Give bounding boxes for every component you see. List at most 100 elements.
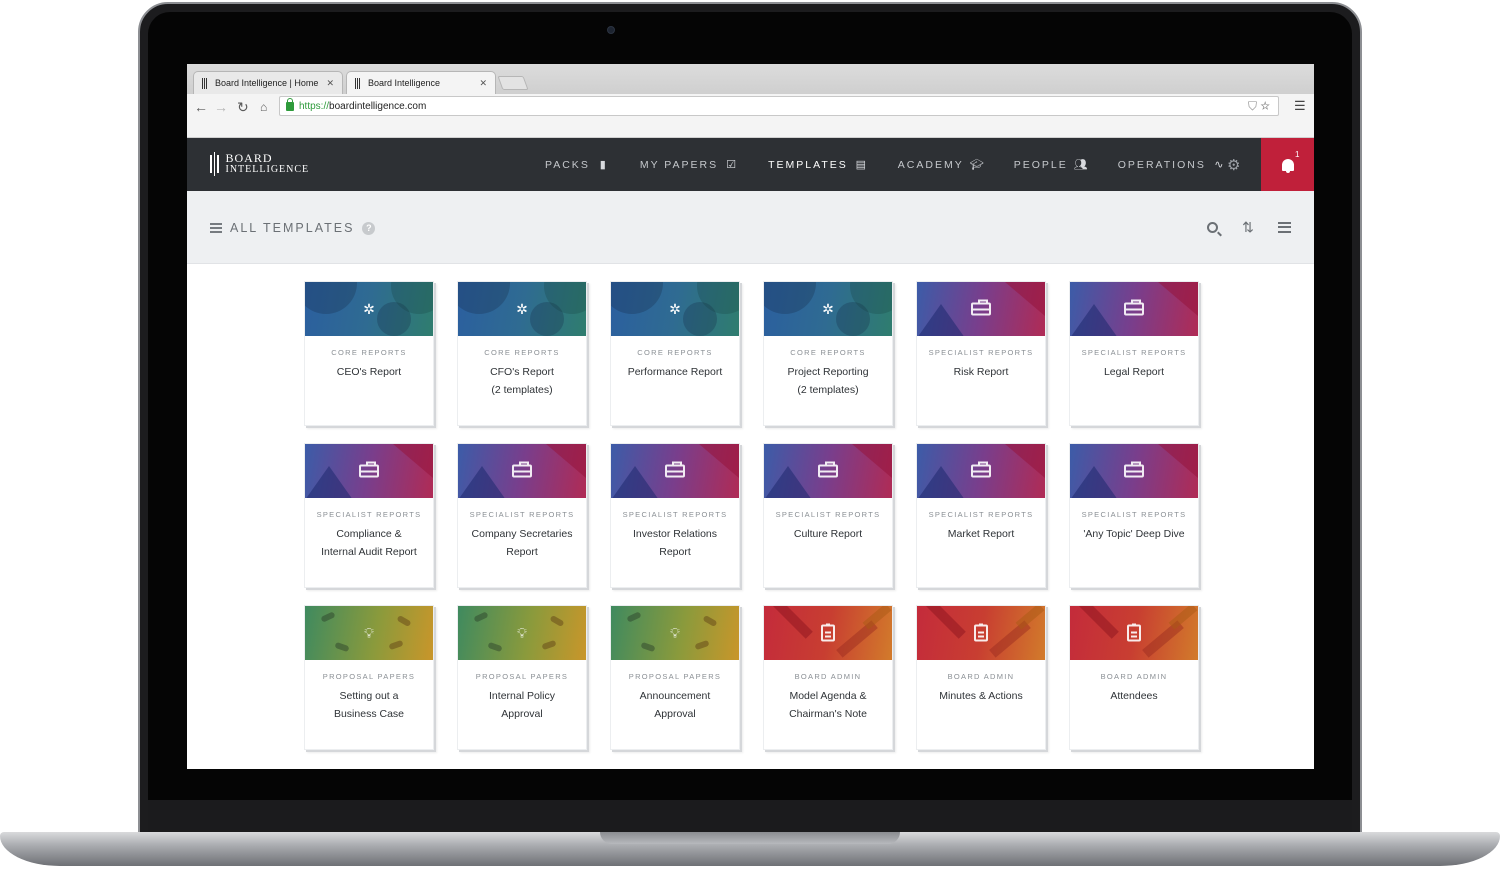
template-title-line: Attendees [1110,690,1158,702]
template-category: CORE REPORTS [484,348,560,357]
template-title-line: Report [659,546,691,558]
template-title-line: Internal Policy [489,690,555,702]
template-card[interactable]: BOARD ADMIN Minutes & Actions [916,605,1046,750]
home-icon[interactable]: ⌂ [260,100,267,114]
template-card[interactable]: SPECIALIST REPORTS 'Any Topic' Deep Dive [1069,443,1199,588]
nav-people[interactable]: PEOPLE 👥︎ [1014,159,1090,172]
template-banner: 💡︎ [305,606,433,660]
template-card[interactable]: BOARD ADMIN Attendees [1069,605,1199,750]
template-card[interactable]: 💡︎ PROPOSAL PAPERS Internal Policy Approval [457,605,587,750]
template-title-line: Risk Report [953,366,1009,378]
template-category: BOARD ADMIN [1100,672,1168,681]
template-category: SPECIALIST REPORTS [928,348,1034,357]
network-icon: ✲ [363,301,375,317]
template-card[interactable]: ✲ CORE REPORTS CEO's Report [304,281,434,426]
nav-academy[interactable]: ACADEMY 🎓︎ [898,159,984,172]
clipboard-icon [1127,623,1141,642]
people-icon: 👥︎ [1073,159,1090,171]
main-nav: PACKS ▮ MY PAPERS ☑ TEMPLATES ▤ ACADEMY … [545,138,1226,191]
template-card[interactable]: SPECIALIST REPORTS Company Secretaries Rep… [457,443,587,588]
template-title: Company Secretaries Report [458,525,586,561]
template-card[interactable]: BOARD ADMIN Model Agenda & Chairman's Note [763,605,893,750]
laptop-notch [600,832,900,844]
browser-tab-active[interactable]: Board Intelligence ✕ [346,71,496,94]
template-card[interactable]: ✲ CORE REPORTS Performance Report [610,281,740,426]
template-card[interactable]: SPECIALIST REPORTS Legal Report [1069,281,1199,426]
close-icon[interactable]: ✕ [326,78,334,89]
template-title-line: Report [506,546,538,558]
brand-text: BOARD INTELLIGENCE [225,151,310,175]
template-banner [458,444,586,498]
nav-templates[interactable]: TEMPLATES ▤ [768,159,868,172]
tab-label: Board Intelligence | Home [215,78,319,88]
template-title: 'Any Topic' Deep Dive [1070,525,1198,543]
browser-menu-icon[interactable]: ☰ [1294,98,1306,114]
template-banner: ✲ [458,282,586,336]
brand-line2: INTELLIGENCE [225,164,310,175]
template-category: SPECIALIST REPORTS [469,510,575,519]
brand-line1: BOARD [225,151,273,165]
nav-label: OPERATIONS [1117,158,1206,171]
hamburger-icon[interactable] [210,223,222,233]
template-banner [1070,444,1198,498]
search-button[interactable] [1204,219,1220,235]
template-icon: ▤ [855,159,868,171]
template-card[interactable]: SPECIALIST REPORTS Investor Relations Repo… [610,443,740,588]
new-tab-button[interactable] [497,76,529,90]
template-card[interactable]: 💡︎ PROPOSAL PAPERS Setting out a Business C… [304,605,434,750]
browser-tab-home[interactable]: Board Intelligence | Home ✕ [193,71,343,94]
url-host: boardintelligence.com [329,100,427,112]
template-card[interactable]: SPECIALIST REPORTS Risk Report [916,281,1046,426]
template-banner [1070,606,1198,660]
forward-arrow-icon[interactable]: → [214,99,228,115]
template-title-line: Internal Audit Report [321,546,417,558]
template-card[interactable]: 💡︎ PROPOSAL PAPERS Announcement Approval [610,605,740,750]
template-banner: 💡︎ [458,606,586,660]
back-arrow-icon[interactable]: ← [194,99,208,115]
template-title: Investor Relations Report [611,525,739,561]
url-bar[interactable]: https:// boardintelligence.com ⛉ ☆ [279,96,1279,116]
template-banner: ✲ [305,282,433,336]
template-banner [611,444,739,498]
briefcase-icon [818,461,838,478]
template-card[interactable]: SPECIALIST REPORTS Compliance & Internal A… [304,443,434,588]
network-icon: ✲ [822,301,834,317]
template-card[interactable]: SPECIALIST REPORTS Market Report [916,443,1046,588]
help-icon[interactable]: ? [362,221,376,235]
template-category: PROPOSAL PAPERS [322,672,416,681]
nav-operations[interactable]: OPERATIONS ∿ [1117,158,1226,172]
url-bar-icons: ⛉ ☆ [1248,99,1270,114]
gear-icon[interactable]: ⚙ [1227,156,1240,174]
template-category: SPECIALIST REPORTS [928,510,1034,519]
nav-my-papers[interactable]: MY PAPERS ☑ [640,159,738,172]
board-intelligence-favicon-icon [202,77,210,89]
template-card[interactable]: SPECIALIST REPORTS Culture Report [763,443,893,588]
template-banner: ✲ [611,282,739,336]
template-category: SPECIALIST REPORTS [1081,510,1187,519]
network-icon: ✲ [669,301,681,317]
close-icon[interactable]: ✕ [479,78,487,89]
search-icon [1206,221,1218,233]
nav-packs[interactable]: PACKS ▮ [545,159,610,172]
template-card[interactable]: ✲ CORE REPORTS Project Reporting (2 templat… [763,281,893,426]
template-category: SPECIALIST REPORTS [316,510,422,519]
notifications-button[interactable]: 1 [1261,138,1314,191]
template-title-line: Company Secretaries [471,528,573,540]
template-title-line: Investor Relations [632,528,718,540]
template-title: Attendees [1070,687,1198,705]
template-title: CFO's Report (2 templates) [458,363,586,399]
template-title-line: CEO's Report [336,366,402,378]
pulse-icon: ∿ [1214,159,1226,171]
reload-icon[interactable]: ↻ [237,99,249,116]
template-category: SPECIALIST REPORTS [1081,348,1187,357]
list-view-button[interactable] [1276,219,1292,235]
logo-icon [210,152,219,176]
star-icon[interactable]: ☆ [1260,99,1270,113]
sort-button[interactable]: ⇅ [1240,219,1256,235]
template-title: Market Report [917,525,1045,543]
lightbulb-icon: 💡︎ [517,625,527,641]
brand-logo[interactable]: BOARD INTELLIGENCE [210,152,309,176]
template-card[interactable]: ✲ CORE REPORTS CFO's Report (2 templates) [457,281,587,426]
shield-icon[interactable]: ⛉ [1248,99,1257,113]
screen: Board Intelligence | Home ✕ Board Intell… [187,64,1314,769]
